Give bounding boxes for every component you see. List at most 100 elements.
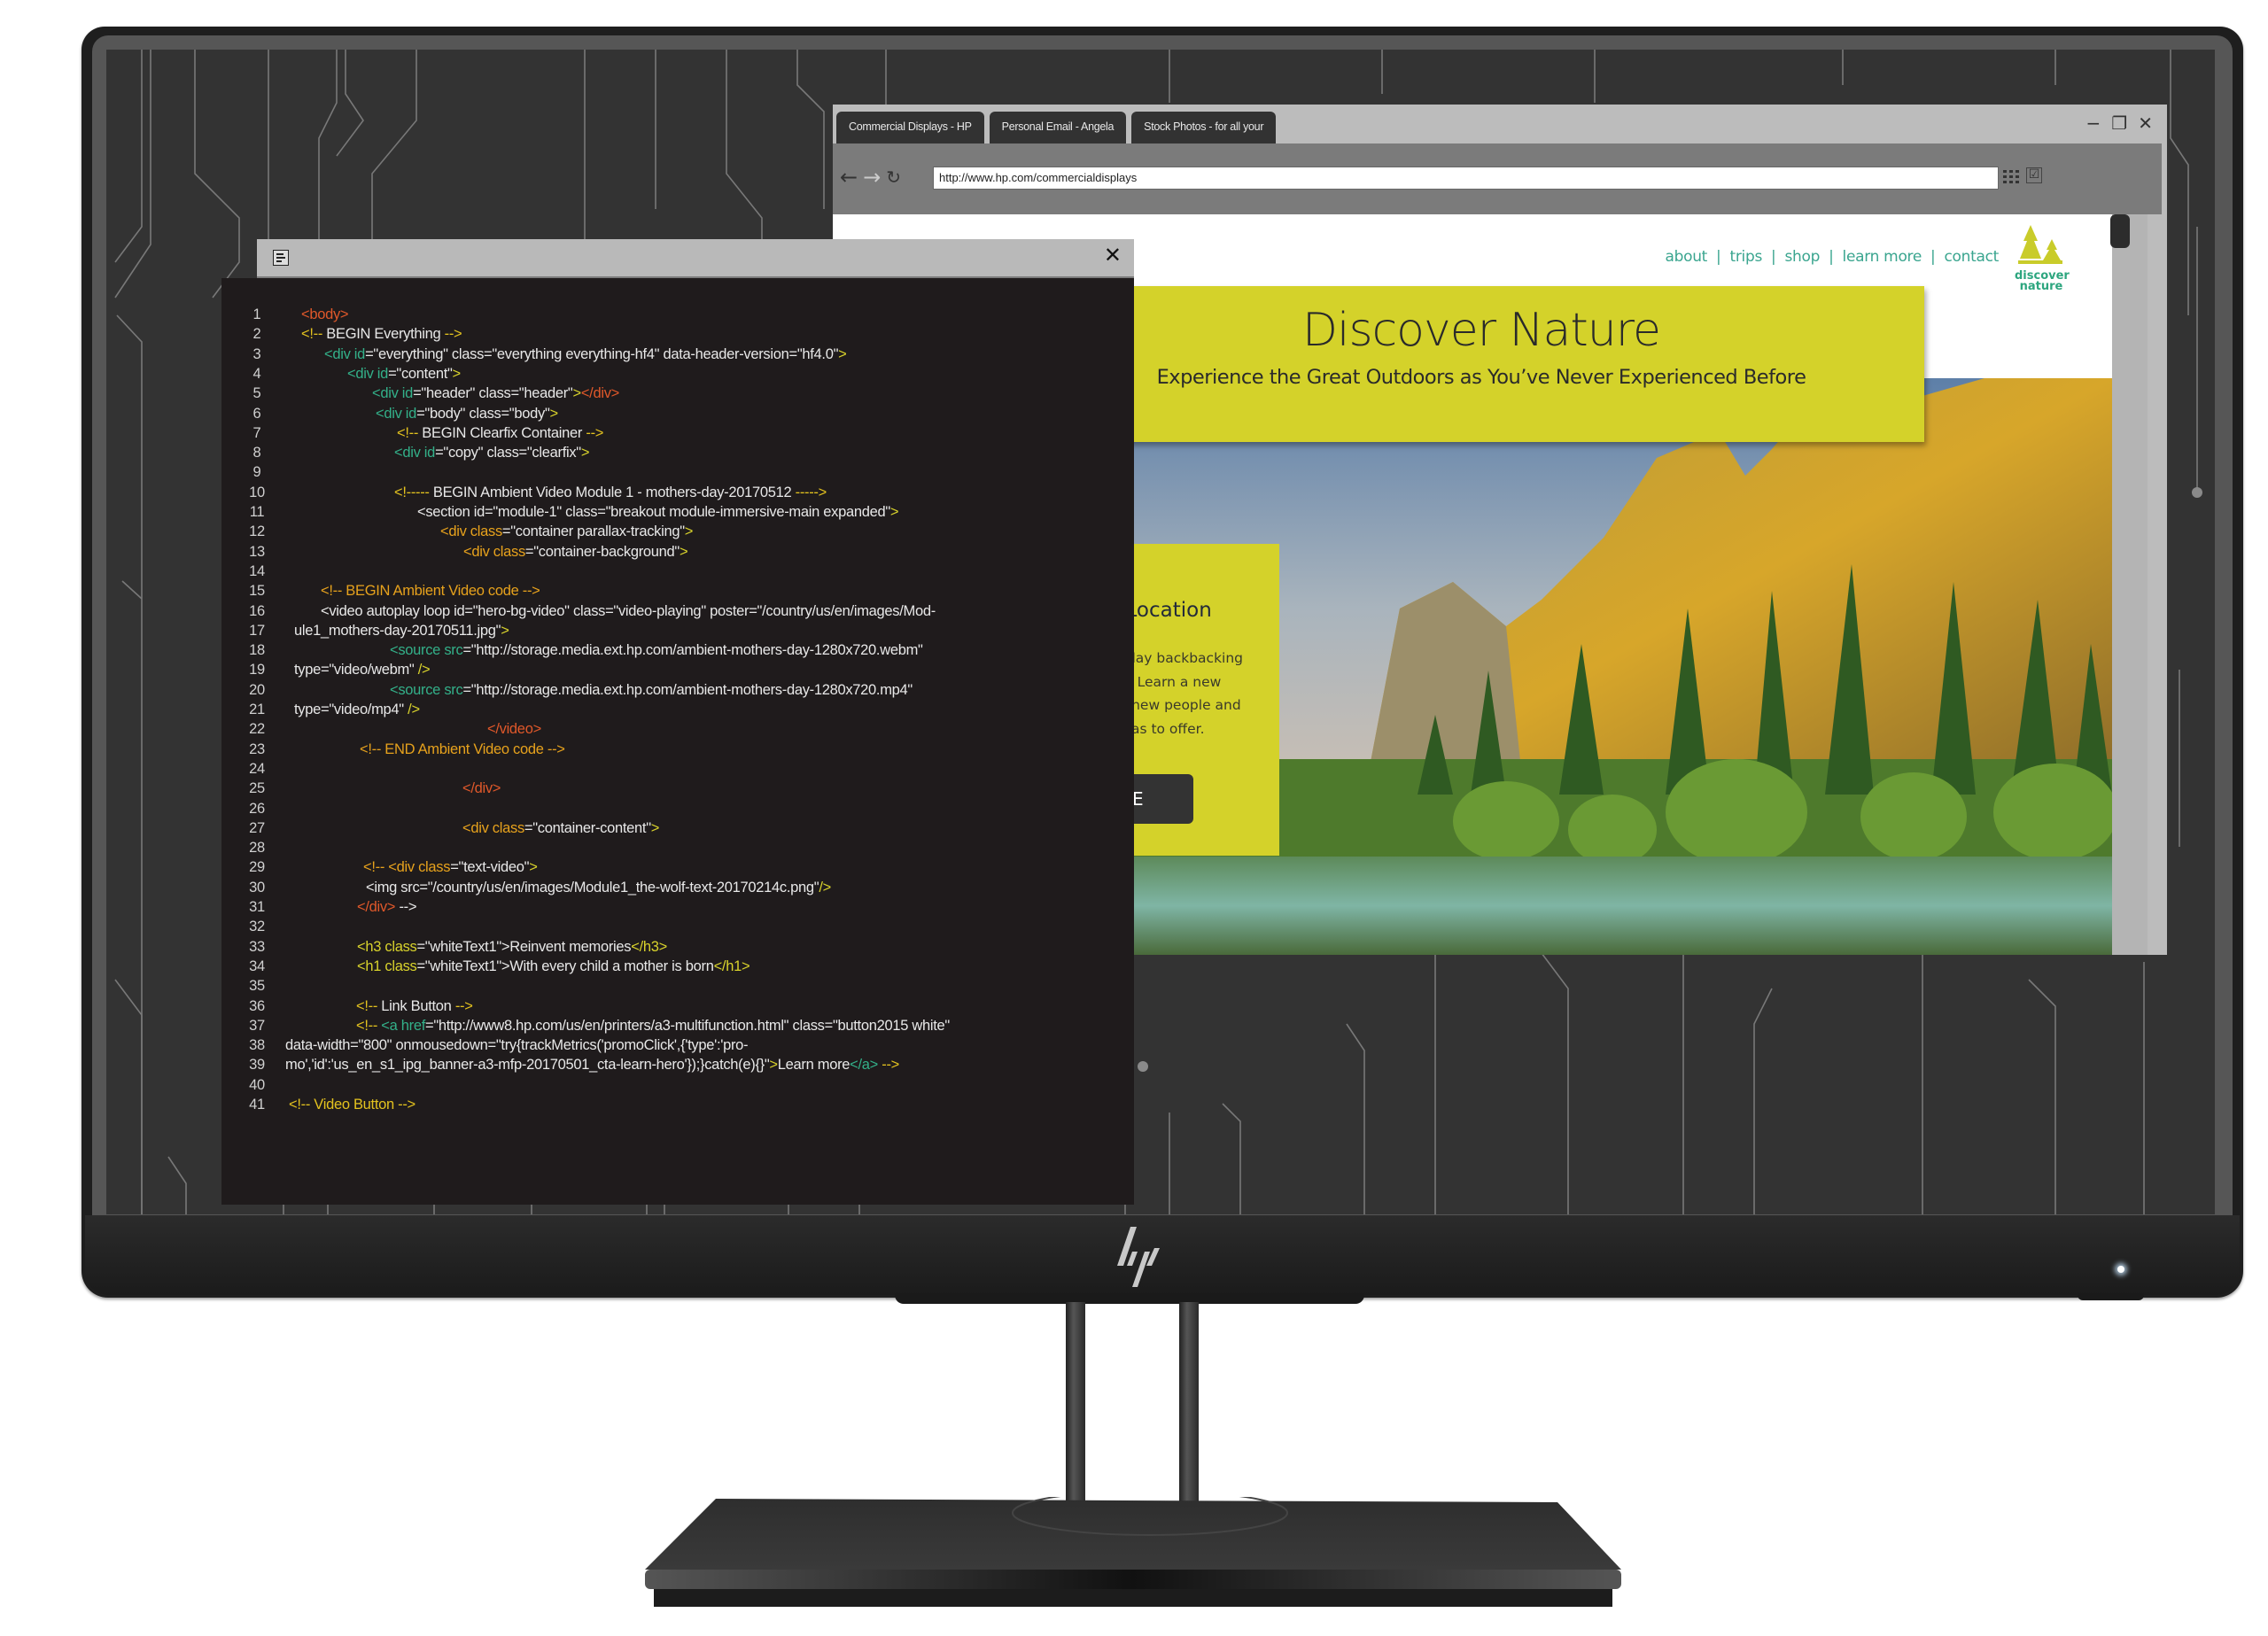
code-text: <!-- BEGIN Ambient Video code --> <box>321 581 540 601</box>
code-line[interactable]: 32 <box>221 917 1134 936</box>
apps-grid-icon[interactable] <box>2002 168 2020 186</box>
code-text: <div class="container-content"> <box>462 818 659 838</box>
tab-stock-photos[interactable]: Stock Photos - for all your <box>1131 112 1277 143</box>
code-line[interactable]: 25 </div> <box>221 779 1134 798</box>
code-text: <!-- Link Button --> <box>356 996 473 1016</box>
line-number: 9 <box>252 464 261 481</box>
code-line[interactable]: 11 <section id="module-1" class="breakout… <box>221 502 1134 522</box>
line-number: 22 <box>249 721 265 738</box>
code-line[interactable]: 17 ule1_mothers-day-20170511.jpg"> <box>221 621 1134 640</box>
code-line[interactable]: 19 type="video/webm" /> <box>221 660 1134 679</box>
code-line[interactable]: 41 <!-- Video Button --> <box>221 1095 1134 1114</box>
line-number: 17 <box>249 622 265 639</box>
line-number: 8 <box>252 445 261 461</box>
code-token: > <box>684 523 694 540</box>
nav-contact[interactable]: contact <box>1944 248 1999 266</box>
hero-banner: Discover Nature Experience the Great Out… <box>1038 286 1924 442</box>
nav-about[interactable]: about <box>1665 248 1707 266</box>
code-editor-body[interactable]: 1 <body> 2 <!-- BEGIN Everything --> 3 <div i… <box>221 278 1134 1205</box>
line-number: 13 <box>249 543 265 560</box>
address-bar[interactable]: http://www.hp.com/commercialdisplays <box>933 167 1999 190</box>
code-token: <source src <box>390 642 463 659</box>
code-line[interactable]: 5 <div id="header" class="header"></div> <box>221 384 1134 403</box>
code-line[interactable]: 13 <div class="container-background"> <box>221 542 1134 562</box>
code-line[interactable]: 40 <box>221 1075 1134 1095</box>
code-line[interactable]: 15 <!-- BEGIN Ambient Video code --> <box>221 581 1134 601</box>
code-line[interactable]: 21 type="video/mp4" /> <box>221 700 1134 719</box>
nav-trips[interactable]: trips <box>1729 248 1762 266</box>
code-line[interactable]: 3 <div id="everything" class="everything … <box>221 345 1134 364</box>
code-text: </div> --> <box>357 897 416 917</box>
code-line[interactable]: 24 <box>221 759 1134 779</box>
code-token: <body> <box>301 306 349 322</box>
code-text: <div id="everything" class="everything e… <box>324 345 847 364</box>
code-token: ="whiteText1">Reinvent memories <box>416 938 632 955</box>
code-line[interactable]: 34 <h1 class="whiteText1">With every chil… <box>221 957 1134 976</box>
code-text: <!-- BEGIN Everything --> <box>301 324 462 344</box>
line-number: 18 <box>249 642 265 659</box>
monitor-button-strip[interactable] <box>2078 1293 2144 1300</box>
code-token: --> <box>444 326 462 343</box>
hero-title: Discover Nature <box>1302 304 1661 357</box>
monitor-screen: Commercial Displays - HP Personal Email … <box>106 50 2215 1214</box>
close-icon[interactable]: ✕ <box>2138 113 2153 133</box>
code-token: > <box>650 819 660 836</box>
site-logo[interactable]: discover nature <box>2015 225 2070 292</box>
code-line[interactable]: 20 <source src="http://storage.media.ext.… <box>221 680 1134 700</box>
code-line[interactable]: 35 <box>221 976 1134 996</box>
code-line[interactable]: 33 <h3 class="whiteText1">Reinvent memori… <box>221 937 1134 957</box>
line-number: 38 <box>249 1037 265 1054</box>
code-line[interactable]: 12 <div class="container parallax-trackin… <box>221 522 1134 541</box>
code-line[interactable]: 27 <div class="container-content"> <box>221 818 1134 838</box>
forward-arrow-icon[interactable]: → <box>863 166 881 189</box>
scrollbar[interactable] <box>2112 214 2148 955</box>
code-line[interactable]: 38 data-width="800" onmousedown="try{trac… <box>221 1035 1134 1055</box>
code-line[interactable]: 9 <box>221 462 1134 482</box>
code-line[interactable]: 4 <div id="content"> <box>221 364 1134 384</box>
code-line[interactable]: 1 <body> <box>221 305 1134 324</box>
checkbox-icon[interactable]: ☑ <box>2026 167 2042 183</box>
code-line[interactable]: 14 <box>221 562 1134 581</box>
code-text: <!-- Video Button --> <box>289 1095 416 1114</box>
tab-personal-email[interactable]: Personal Email - Angela <box>989 112 1127 143</box>
code-line[interactable]: 22 </video> <box>221 719 1134 739</box>
minimize-icon[interactable]: − <box>2086 113 2101 133</box>
code-token: > <box>838 345 847 362</box>
code-line[interactable]: 36 <!-- Link Button --> <box>221 996 1134 1016</box>
code-token: mo','id':'us_en_s1_ipg_banner-a3-mfp-201… <box>285 1057 770 1074</box>
code-line[interactable]: 23 <!-- END Ambient Video code --> <box>221 740 1134 759</box>
code-line[interactable]: 16 <video autoplay loop id="hero-bg-video… <box>221 601 1134 621</box>
nav-separator: | <box>1771 248 1776 266</box>
code-line[interactable]: 30 <img src="/country/us/en/images/Module… <box>221 878 1134 897</box>
code-line[interactable]: 29 <!-- <div class="text-video"> <box>221 857 1134 877</box>
code-token: Link Button <box>381 997 455 1014</box>
code-line[interactable]: 10 <!----- BEGIN Ambient Video Module 1 -… <box>221 483 1134 502</box>
code-line[interactable]: 6 <div id="body" class="body"> <box>221 404 1134 423</box>
code-line[interactable]: 26 <box>221 799 1134 818</box>
tab-commercial-displays[interactable]: Commercial Displays - HP <box>836 112 984 143</box>
code-text: <!-- <div class="text-video"> <box>363 857 538 877</box>
code-text: <!-- END Ambient Video code --> <box>360 740 565 759</box>
code-token: <div id <box>347 365 389 382</box>
nav-learn-more[interactable]: learn more <box>1843 248 1922 266</box>
code-line[interactable]: 28 <box>221 838 1134 857</box>
nav-shop[interactable]: shop <box>1784 248 1820 266</box>
scrollbar-thumb[interactable] <box>2110 214 2130 248</box>
menu-icon[interactable] <box>273 250 289 266</box>
code-line[interactable]: 18 <source src="http://storage.media.ext.… <box>221 640 1134 660</box>
code-line[interactable]: 37 <!-- <a href="http://www8.hp.com/us/en… <box>221 1016 1134 1035</box>
code-line[interactable]: 7 <!-- BEGIN Clearfix Container --> <box>221 423 1134 443</box>
code-line[interactable]: 2 <!-- BEGIN Everything --> <box>221 324 1134 344</box>
code-line[interactable]: 39 mo','id':'us_en_s1_ipg_banner-a3-mfp-2… <box>221 1055 1134 1074</box>
code-token: <!-- <box>356 997 382 1014</box>
code-line[interactable]: 8 <div id="copy" class="clearfix"> <box>221 443 1134 462</box>
code-token: --> <box>454 997 473 1014</box>
code-text: <img src="/country/us/en/images/Module1_… <box>366 878 831 897</box>
restore-icon[interactable]: ❐ <box>2111 113 2127 133</box>
code-line[interactable]: 31 </div> --> <box>221 897 1134 917</box>
code-token: <h3 class <box>357 938 417 955</box>
back-arrow-icon[interactable]: ← <box>840 166 858 189</box>
close-icon[interactable]: ✕ <box>1104 243 1122 267</box>
reload-icon[interactable]: ↻ <box>886 166 901 189</box>
code-token: <div id <box>324 345 366 362</box>
